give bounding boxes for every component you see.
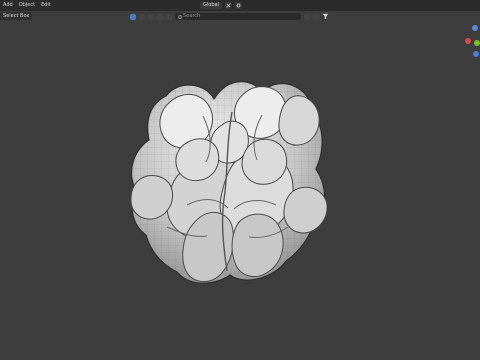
brain-model (130, 81, 328, 284)
viewport-3d-model (130, 81, 328, 284)
